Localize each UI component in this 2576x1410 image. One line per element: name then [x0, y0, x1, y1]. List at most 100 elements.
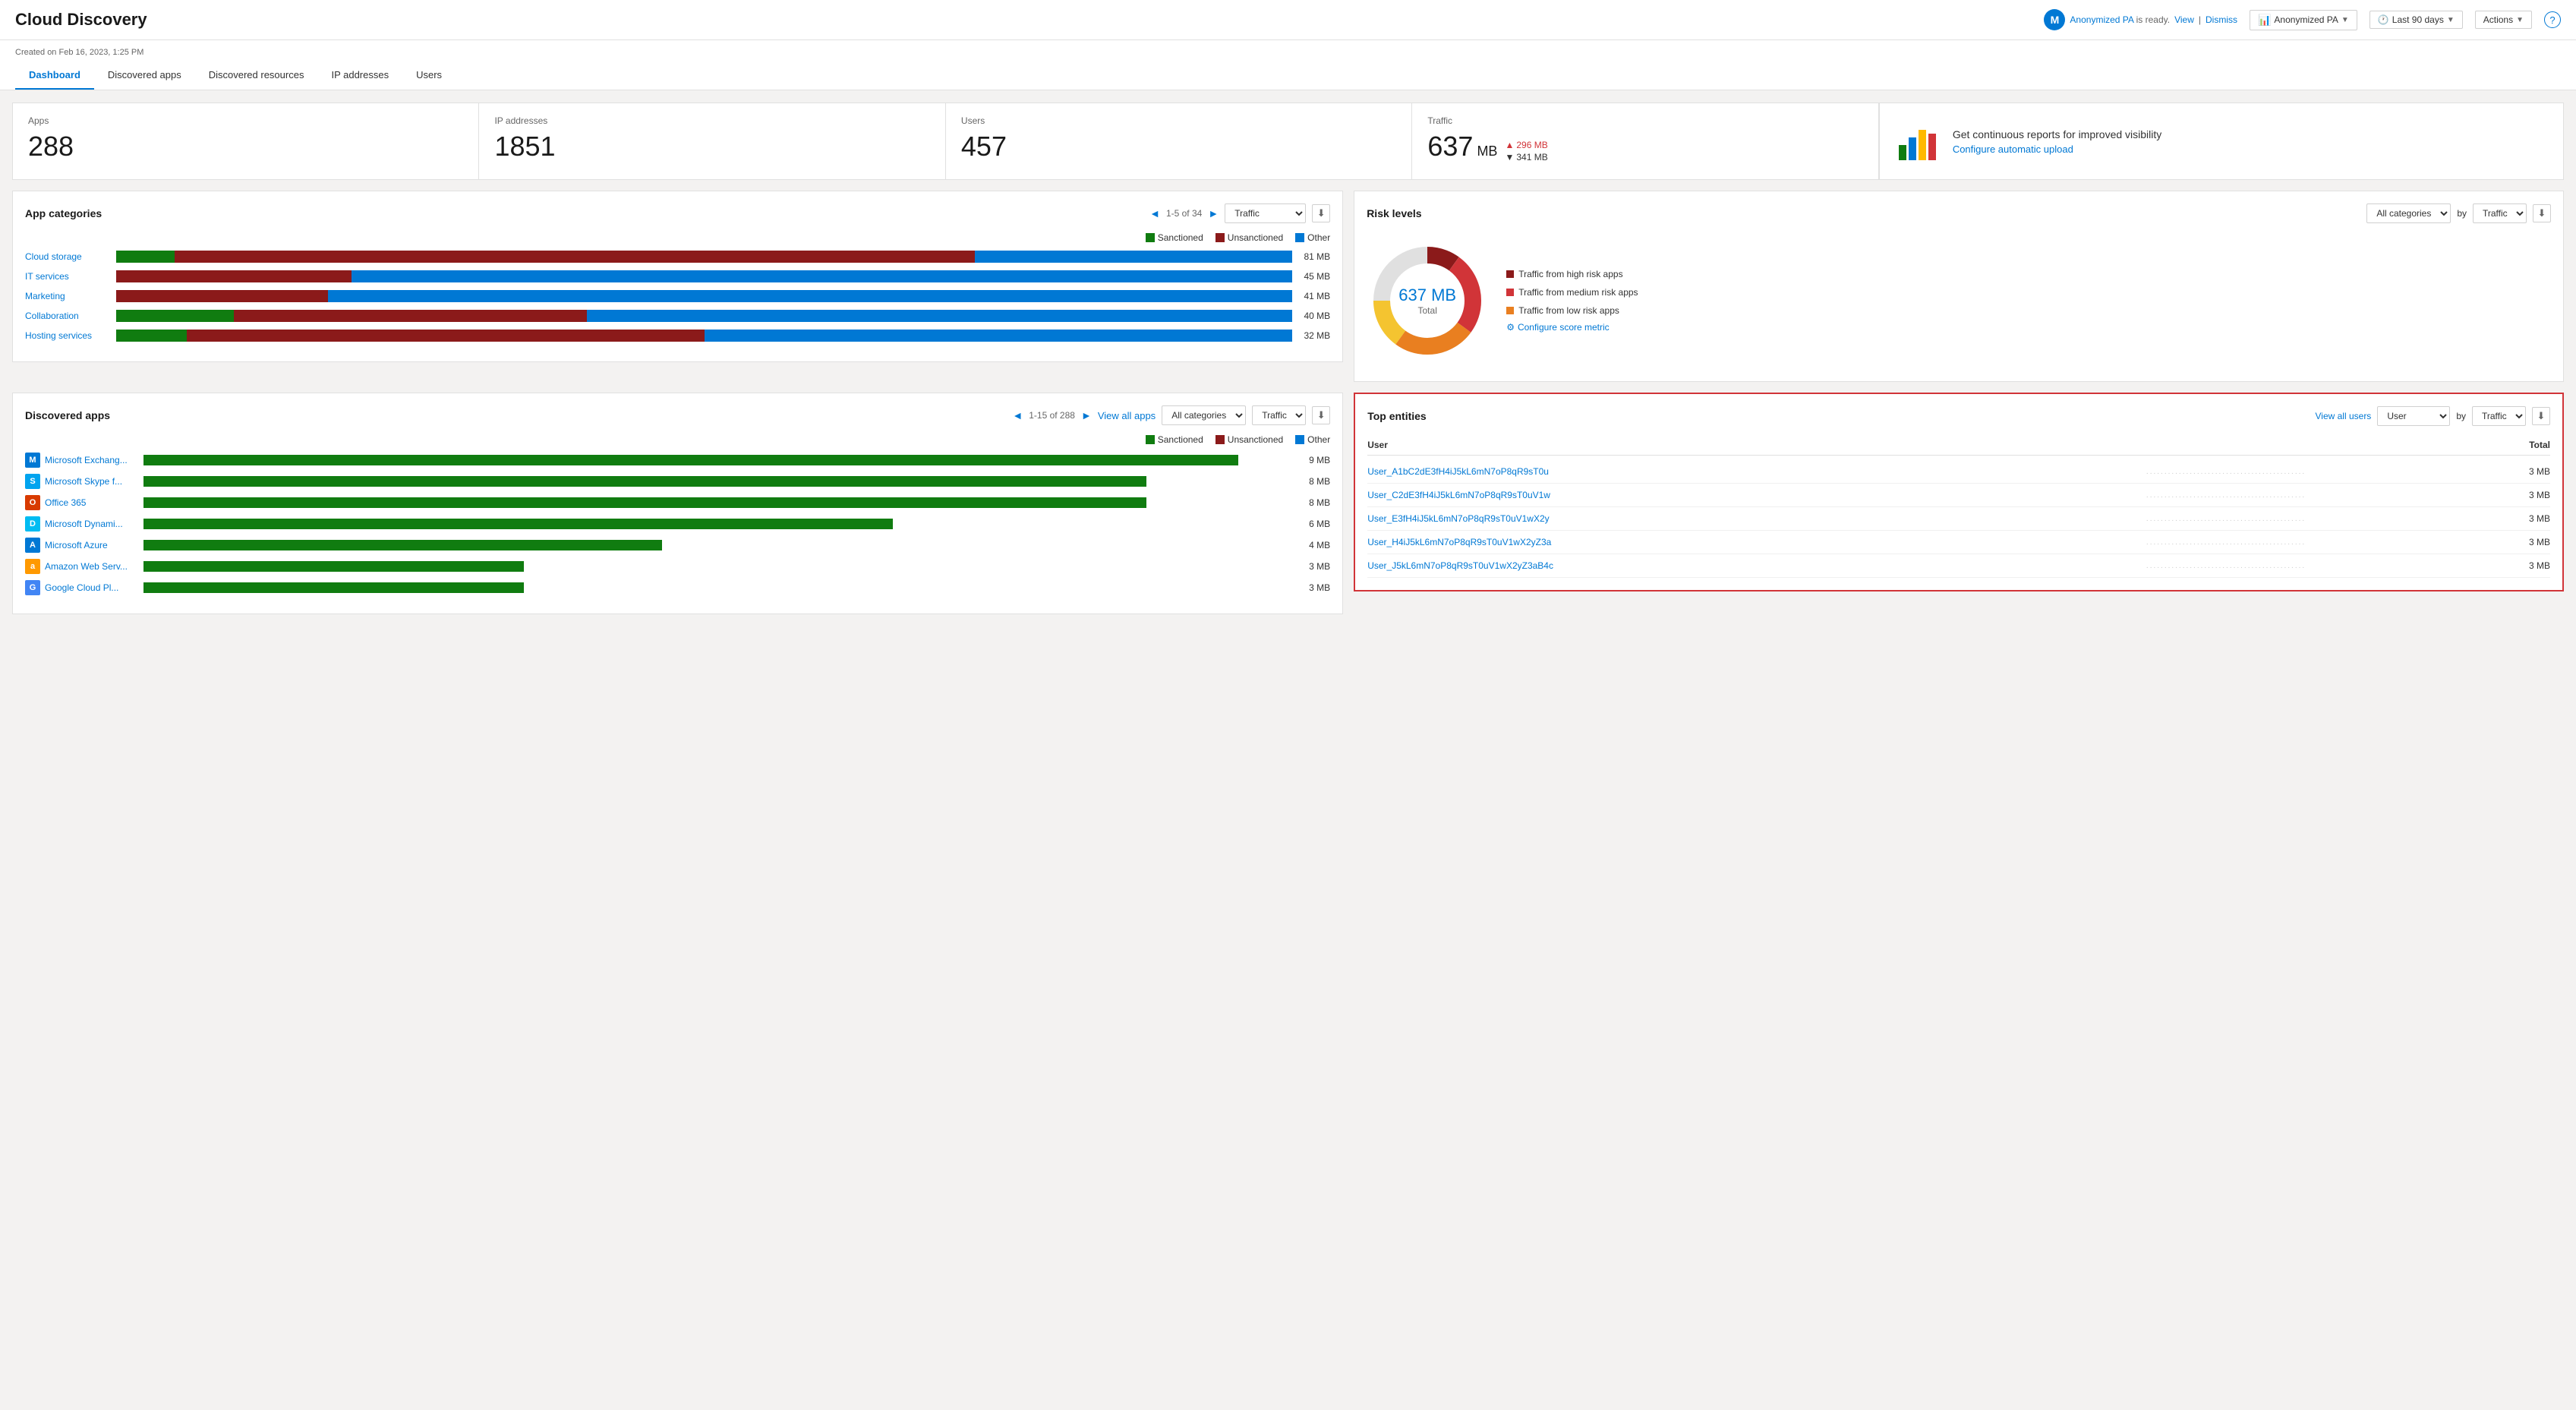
legend-other: Other: [1295, 434, 1330, 445]
view-all-apps-link[interactable]: View all apps: [1098, 410, 1156, 421]
other-color-dot: [1295, 233, 1304, 242]
unsanctioned-bar: [187, 330, 705, 342]
categories-traffic-dropdown[interactable]: Traffic Users Transactions: [1225, 203, 1306, 223]
nav-tabs: Dashboard Discovered apps Discovered res…: [15, 62, 2561, 90]
bar-value: 45 MB: [1292, 271, 1330, 282]
help-button[interactable]: ?: [2544, 11, 2561, 28]
download-button[interactable]: ⬇: [2533, 204, 2551, 222]
app-icon: D: [25, 516, 40, 532]
bar-row: Collaboration 40 MB: [25, 310, 1330, 322]
next-btn[interactable]: ►: [1081, 409, 1092, 421]
timerange-dropdown[interactable]: 🕐 Last 90 days ▼: [2369, 11, 2463, 29]
bar-label[interactable]: Cloud storage: [25, 251, 116, 262]
stat-users-label: Users: [961, 115, 1396, 126]
entity-name[interactable]: User_E3fH4iJ5kL6mN7oP8qR9sT0uV1wX2y: [1367, 513, 1940, 524]
app-icon: M: [25, 453, 40, 468]
other-bar: [587, 310, 1293, 322]
view-all-users-link[interactable]: View all users: [2316, 411, 2372, 421]
bar-label[interactable]: IT services: [25, 271, 116, 282]
top-entities-col: Top entities View all users User IP addr…: [1354, 393, 2564, 614]
tab-discovered-apps[interactable]: Discovered apps: [94, 62, 195, 90]
legend-item: Traffic from medium risk apps: [1506, 287, 1638, 298]
entity-type-dropdown[interactable]: User IP address: [2377, 406, 2450, 426]
risk-levels-header: Risk levels All categories by Traffic ⬇: [1367, 203, 2551, 223]
pagination-text: 1-5 of 34: [1166, 208, 1202, 219]
entity-name[interactable]: User_A1bC2dE3fH4iJ5kL6mN7oP8qR9sT0u: [1367, 466, 1940, 477]
download-button[interactable]: ⬇: [2532, 407, 2550, 425]
app-categories-title: App categories: [25, 207, 102, 219]
actions-dropdown[interactable]: Actions ▼: [2475, 11, 2532, 29]
profile-dropdown[interactable]: 📊 Anonymized PA ▼: [2250, 10, 2357, 30]
entity-name[interactable]: User_J5kL6mN7oP8qR9sT0uV1wX2yZ3aB4c: [1367, 560, 1940, 571]
bar-container: [116, 310, 1292, 322]
app-bar-segment: [143, 476, 1146, 487]
stat-apps-label: Apps: [28, 115, 463, 126]
entity-value: 3 MB: [2512, 513, 2550, 524]
sanctioned-bar: [116, 251, 175, 263]
app-bar: [143, 497, 1296, 508]
bar-row: Marketing 41 MB: [25, 290, 1330, 302]
prev-btn[interactable]: ◄: [1012, 409, 1023, 421]
tab-ip-addresses[interactable]: IP addresses: [317, 62, 402, 90]
download-button[interactable]: ⬇: [1312, 406, 1330, 424]
two-col-bottom: Discovered apps ◄ 1-15 of 288 ► View all…: [12, 393, 2564, 614]
download-button[interactable]: ⬇: [1312, 204, 1330, 222]
entity-traffic-dropdown[interactable]: Traffic: [2472, 406, 2526, 426]
app-name[interactable]: Google Cloud Pl...: [45, 582, 143, 593]
unsanctioned-bar: [175, 251, 974, 263]
stat-ip: IP addresses 1851: [479, 103, 945, 179]
app-icon: G: [25, 580, 40, 595]
entities-col-header: User Total: [1367, 435, 2550, 456]
low-risk-color: [1506, 307, 1514, 314]
list-item: A Microsoft Azure 4 MB: [25, 538, 1330, 553]
risk-levels-panel: Risk levels All categories by Traffic ⬇: [1354, 191, 2564, 382]
col-total: Total: [2529, 440, 2550, 450]
legend-sanctioned: Sanctioned: [1146, 434, 1203, 445]
bar-row: Cloud storage 81 MB: [25, 251, 1330, 263]
configure-upload-link[interactable]: Configure automatic upload: [1953, 144, 2161, 155]
list-item: User_A1bC2dE3fH4iJ5kL6mN7oP8qR9sT0u ....…: [1367, 460, 2550, 484]
bar-label[interactable]: Marketing: [25, 291, 116, 301]
apps-category-dropdown[interactable]: All categories: [1162, 405, 1246, 425]
top-entities-panel: Top entities View all users User IP addr…: [1354, 393, 2564, 591]
apps-traffic-dropdown[interactable]: Traffic: [1252, 405, 1306, 425]
configure-score-link[interactable]: ⚙ Configure score metric: [1506, 322, 1638, 333]
chevron-down-icon: ▼: [2341, 16, 2349, 24]
bar-label[interactable]: Hosting services: [25, 330, 116, 341]
tab-dashboard[interactable]: Dashboard: [15, 62, 94, 90]
unsanctioned-bar: [116, 290, 210, 302]
app-name[interactable]: Microsoft Dynami...: [45, 519, 143, 529]
app-name[interactable]: Microsoft Skype f...: [45, 476, 143, 487]
entity-name[interactable]: User_C2dE3fH4iJ5kL6mN7oP8qR9sT0uV1w: [1367, 490, 1940, 500]
list-item: User_J5kL6mN7oP8qR9sT0uV1wX2yZ3aB4c ....…: [1367, 554, 2550, 578]
app-icon: O: [25, 495, 40, 510]
entity-dots: ........................................…: [1940, 491, 2512, 500]
bar-container: [116, 251, 1292, 263]
donut-center: 637 MB Total: [1398, 285, 1456, 316]
app-name[interactable]: Microsoft Exchang...: [45, 455, 143, 465]
bar-container: [116, 290, 1292, 302]
entity-name[interactable]: User_H4iJ5kL6mN7oP8qR9sT0uV1wX2yZ3a: [1367, 537, 1940, 547]
entities-header: Top entities View all users User IP addr…: [1367, 406, 2550, 426]
sanctioned-dot: [1146, 435, 1155, 444]
app-name[interactable]: Microsoft Azure: [45, 540, 143, 550]
tab-discovered-resources[interactable]: Discovered resources: [195, 62, 318, 90]
prev-btn[interactable]: ◄: [1149, 207, 1160, 219]
alert-view-link[interactable]: View: [2174, 14, 2194, 25]
bar-label[interactable]: Collaboration: [25, 311, 116, 321]
header-right: M Anonymized PA is ready. View | Dismiss…: [2044, 9, 2561, 30]
risk-traffic-dropdown[interactable]: Traffic: [2473, 203, 2527, 223]
legend-item: Traffic from high risk apps: [1506, 269, 1638, 279]
banner-text-wrap: Get continuous reports for improved visi…: [1953, 128, 2161, 155]
entity-dots: ........................................…: [1940, 468, 2512, 476]
two-col-top: App categories ◄ 1-5 of 34 ► Traffic Use…: [12, 191, 2564, 382]
app-name[interactable]: Office 365: [45, 497, 143, 508]
risk-category-dropdown[interactable]: All categories: [2366, 203, 2451, 223]
entity-dots: ........................................…: [1940, 515, 2512, 523]
stats-row: Apps 288 IP addresses 1851 Users 457 Tra…: [12, 103, 2564, 180]
tab-users[interactable]: Users: [402, 62, 456, 90]
alert-dismiss-link[interactable]: Dismiss: [2206, 14, 2237, 25]
next-btn[interactable]: ►: [1208, 207, 1219, 219]
traffic-up: ▲ 296 MB: [1505, 140, 1547, 150]
app-name[interactable]: Amazon Web Serv...: [45, 561, 143, 572]
